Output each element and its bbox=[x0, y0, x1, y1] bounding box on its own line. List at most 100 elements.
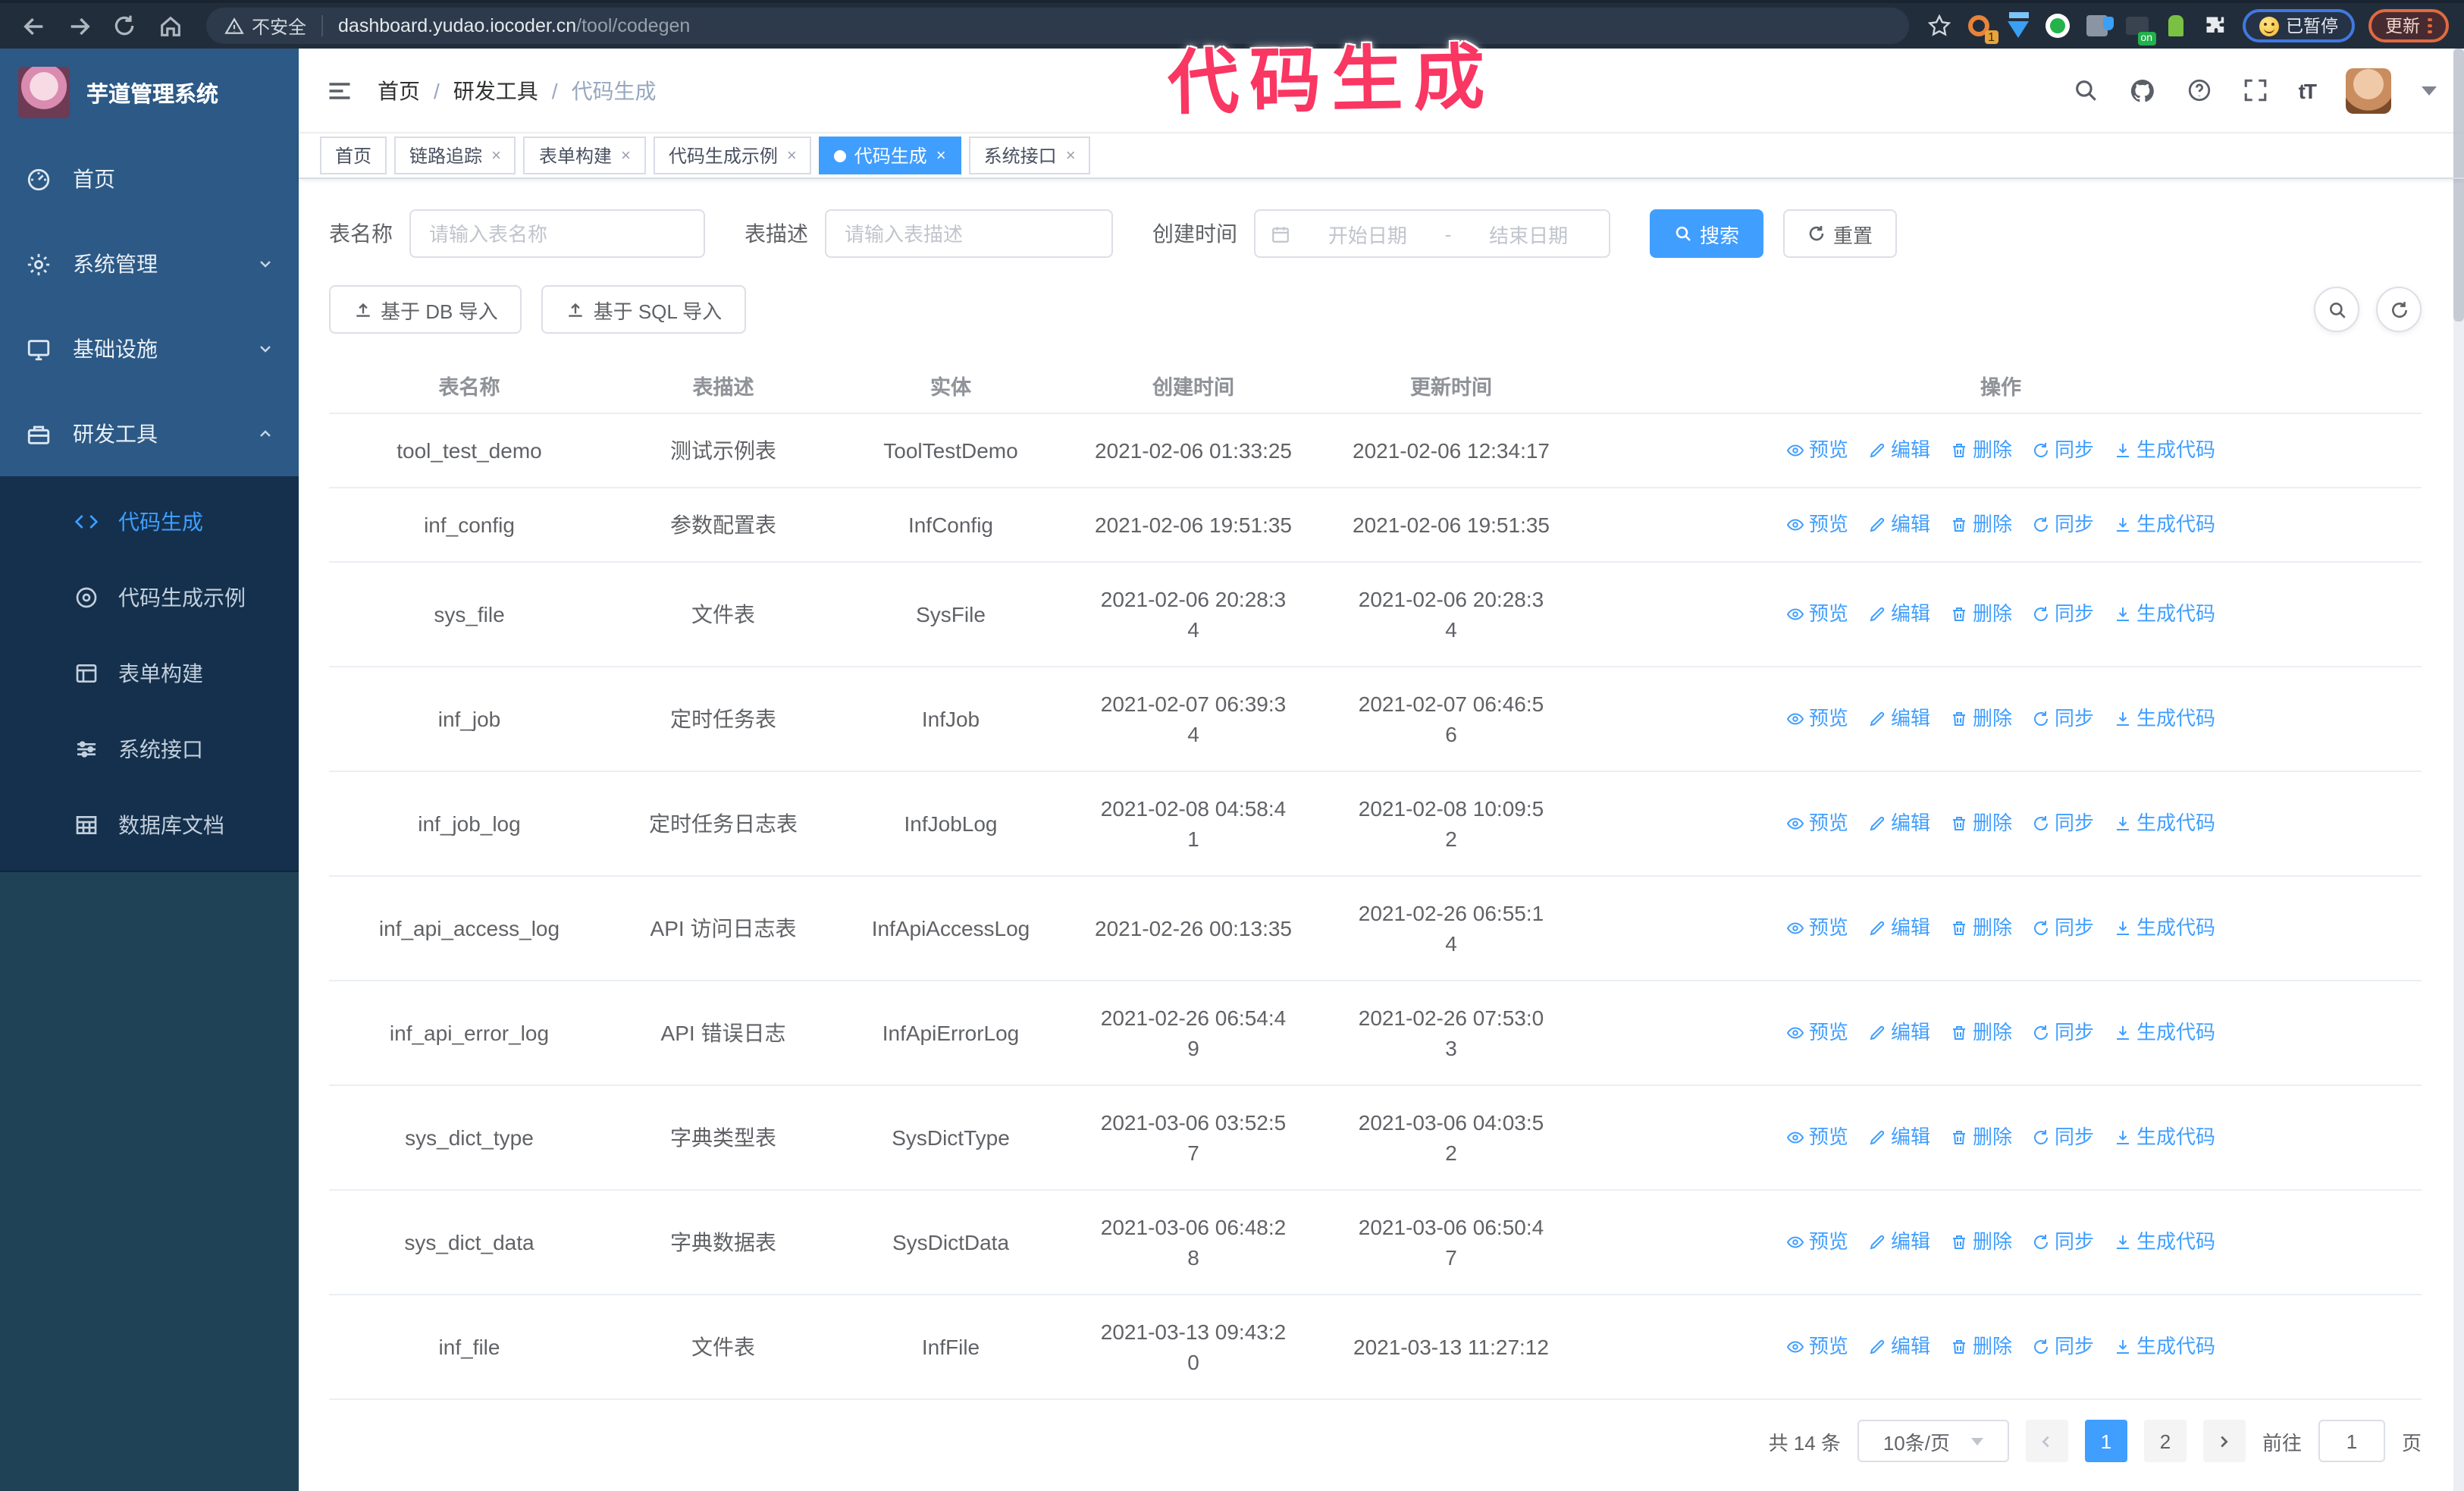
edit-link[interactable]: 编辑 bbox=[1868, 599, 1930, 629]
font-size-icon[interactable]: tT bbox=[2299, 78, 2317, 102]
tab-trace[interactable]: 链路追踪 × bbox=[394, 137, 516, 174]
sidebar-item-devtools[interactable]: 研发工具 bbox=[0, 391, 299, 476]
next-page-button[interactable] bbox=[2202, 1420, 2246, 1462]
generate-code-link[interactable]: 生成代码 bbox=[2114, 913, 2215, 943]
sync-link[interactable]: 同步 bbox=[2032, 1018, 2094, 1048]
sidebar-item-system-api[interactable]: 系统接口 bbox=[0, 711, 299, 787]
close-icon[interactable]: × bbox=[491, 146, 501, 165]
preview-link[interactable]: 预览 bbox=[1786, 435, 1848, 466]
table-desc-input[interactable] bbox=[825, 209, 1113, 258]
avatar[interactable] bbox=[2346, 67, 2391, 113]
edit-link[interactable]: 编辑 bbox=[1868, 1227, 1930, 1257]
hamburger-icon[interactable] bbox=[326, 77, 353, 104]
tab-home[interactable]: 首页 bbox=[320, 137, 387, 174]
tab-codegen[interactable]: 代码生成 × bbox=[819, 137, 961, 174]
generate-code-link[interactable]: 生成代码 bbox=[2114, 1018, 2215, 1048]
sync-link[interactable]: 同步 bbox=[2032, 1227, 2094, 1257]
preview-link[interactable]: 预览 bbox=[1786, 704, 1848, 734]
edit-link[interactable]: 编辑 bbox=[1868, 435, 1930, 466]
fullscreen-icon[interactable] bbox=[2243, 77, 2268, 103]
generate-code-link[interactable]: 生成代码 bbox=[2114, 808, 2215, 839]
close-icon[interactable]: × bbox=[936, 146, 946, 165]
delete-link[interactable]: 删除 bbox=[1950, 1122, 2012, 1153]
import-db-button[interactable]: 基于 DB 导入 bbox=[329, 285, 522, 334]
create-time-range-picker[interactable]: 开始日期 - 结束日期 bbox=[1254, 209, 1610, 258]
generate-code-link[interactable]: 生成代码 bbox=[2114, 599, 2215, 629]
import-sql-button[interactable]: 基于 SQL 导入 bbox=[541, 285, 747, 334]
address-bar[interactable]: 不安全 dashboard.yudao.iocoder.cn/tool/code… bbox=[206, 8, 1908, 44]
tab-codegen-example[interactable]: 代码生成示例 × bbox=[653, 137, 812, 174]
sync-link[interactable]: 同步 bbox=[2032, 808, 2094, 839]
scrollbar[interactable] bbox=[2453, 49, 2464, 1491]
extensions-puzzle-icon[interactable] bbox=[2202, 13, 2228, 39]
edit-link[interactable]: 编辑 bbox=[1868, 510, 1930, 540]
page-button-1[interactable]: 1 bbox=[2084, 1420, 2127, 1462]
sync-link[interactable]: 同步 bbox=[2032, 704, 2094, 734]
edit-link[interactable]: 编辑 bbox=[1868, 1122, 1930, 1153]
generate-code-link[interactable]: 生成代码 bbox=[2114, 435, 2215, 466]
preview-link[interactable]: 预览 bbox=[1786, 510, 1848, 540]
close-icon[interactable]: × bbox=[621, 146, 631, 165]
edit-link[interactable]: 编辑 bbox=[1868, 808, 1930, 839]
edit-link[interactable]: 编辑 bbox=[1868, 1332, 1930, 1362]
extension-gem-icon[interactable] bbox=[2005, 13, 2031, 39]
tab-form-builder[interactable]: 表单构建 × bbox=[523, 137, 646, 174]
home-icon[interactable] bbox=[152, 8, 188, 44]
sidebar-item-db-doc[interactable]: 数据库文档 bbox=[0, 787, 299, 863]
delete-link[interactable]: 删除 bbox=[1950, 599, 2012, 629]
search-icon[interactable] bbox=[2073, 77, 2099, 103]
more-menu-icon[interactable] bbox=[2428, 16, 2432, 36]
chevron-down-icon[interactable] bbox=[2422, 86, 2437, 95]
delete-link[interactable]: 删除 bbox=[1950, 913, 2012, 943]
reset-button[interactable]: 重置 bbox=[1783, 209, 1898, 258]
sidebar-item-infra[interactable]: 基础设施 bbox=[0, 306, 299, 391]
close-icon[interactable]: × bbox=[787, 146, 797, 165]
app-logo[interactable]: 芋道管理系统 bbox=[0, 49, 299, 137]
delete-link[interactable]: 删除 bbox=[1950, 808, 2012, 839]
sidebar-item-system[interactable]: 系统管理 bbox=[0, 221, 299, 306]
sync-link[interactable]: 同步 bbox=[2032, 510, 2094, 540]
refresh-table-button[interactable] bbox=[2376, 287, 2422, 332]
generate-code-link[interactable]: 生成代码 bbox=[2114, 1122, 2215, 1153]
edit-link[interactable]: 编辑 bbox=[1868, 1018, 1930, 1048]
page-size-select[interactable]: 10条/页 bbox=[1857, 1420, 2009, 1462]
generate-code-link[interactable]: 生成代码 bbox=[2114, 1227, 2215, 1257]
toggle-search-button[interactable] bbox=[2314, 287, 2359, 332]
search-button[interactable]: 搜索 bbox=[1650, 209, 1764, 258]
sync-link[interactable]: 同步 bbox=[2032, 435, 2094, 466]
sidebar-item-home[interactable]: 首页 bbox=[0, 137, 299, 221]
security-chip[interactable]: 不安全 bbox=[224, 13, 306, 39]
browser-update-button[interactable]: 更新 bbox=[2368, 9, 2449, 42]
table-name-input[interactable] bbox=[409, 209, 705, 258]
delete-link[interactable]: 删除 bbox=[1950, 704, 2012, 734]
sync-link[interactable]: 同步 bbox=[2032, 1332, 2094, 1362]
sync-link[interactable]: 同步 bbox=[2032, 599, 2094, 629]
scrollbar-thumb[interactable] bbox=[2453, 49, 2464, 322]
sync-link[interactable]: 同步 bbox=[2032, 913, 2094, 943]
github-icon[interactable] bbox=[2129, 77, 2156, 104]
breadcrumb-devtools[interactable]: 研发工具 bbox=[453, 75, 538, 105]
preview-link[interactable]: 预览 bbox=[1786, 1227, 1848, 1257]
generate-code-link[interactable]: 生成代码 bbox=[2114, 704, 2215, 734]
preview-link[interactable]: 预览 bbox=[1786, 913, 1848, 943]
edit-link[interactable]: 编辑 bbox=[1868, 704, 1930, 734]
sidebar-item-codegen[interactable]: 代码生成 bbox=[0, 484, 299, 560]
forward-icon[interactable] bbox=[61, 8, 97, 44]
extension-check-icon[interactable] bbox=[2045, 13, 2071, 39]
breadcrumb-home[interactable]: 首页 bbox=[378, 75, 420, 105]
extension-grid-icon[interactable] bbox=[2084, 13, 2110, 39]
preview-link[interactable]: 预览 bbox=[1786, 808, 1848, 839]
preview-link[interactable]: 预览 bbox=[1786, 1332, 1848, 1362]
help-icon[interactable] bbox=[2187, 77, 2212, 103]
close-icon[interactable]: × bbox=[1066, 146, 1076, 165]
sidebar-item-form-builder[interactable]: 表单构建 bbox=[0, 636, 299, 711]
bookmark-star-icon[interactable] bbox=[1926, 13, 1952, 39]
back-icon[interactable] bbox=[15, 8, 52, 44]
preview-link[interactable]: 预览 bbox=[1786, 599, 1848, 629]
preview-link[interactable]: 预览 bbox=[1786, 1018, 1848, 1048]
reload-icon[interactable] bbox=[106, 8, 143, 44]
prev-page-button[interactable] bbox=[2025, 1420, 2068, 1462]
delete-link[interactable]: 删除 bbox=[1950, 435, 2012, 466]
delete-link[interactable]: 删除 bbox=[1950, 510, 2012, 540]
extension-figure-icon[interactable] bbox=[2163, 13, 2189, 39]
